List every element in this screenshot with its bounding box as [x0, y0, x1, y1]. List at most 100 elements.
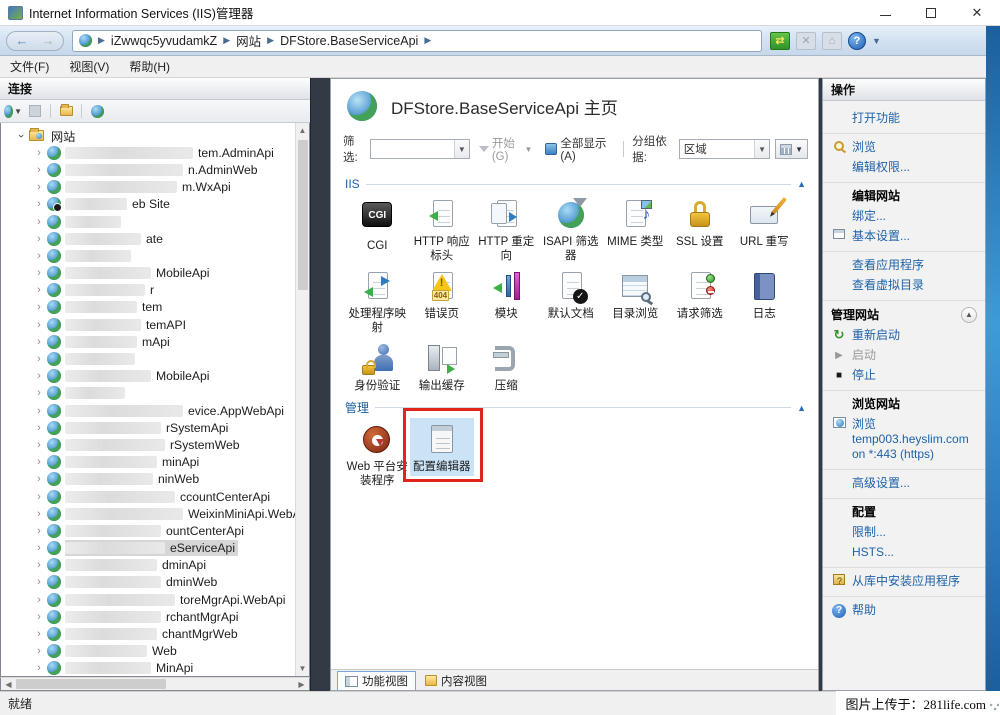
- feature-configuration-editor[interactable]: 配置编辑器: [410, 418, 475, 476]
- chevron-collapsed-icon[interactable]: ›: [33, 439, 45, 451]
- tab-features-view[interactable]: 功能视图: [337, 671, 416, 690]
- chevron-collapsed-icon[interactable]: ›: [33, 456, 45, 468]
- tree-node-site[interactable]: ›MobileApi: [1, 368, 295, 385]
- chevron-collapsed-icon[interactable]: ›: [33, 645, 45, 657]
- tree-vertical-scrollbar[interactable]: ▲ ▼: [295, 123, 309, 676]
- feature-http-response-headers[interactable]: HTTP 响应标头: [410, 193, 475, 265]
- feature-http-redirect[interactable]: HTTP 重定向: [474, 193, 539, 265]
- tree-node-site[interactable]: ›temAPI: [1, 316, 295, 333]
- chevron-collapsed-icon[interactable]: ›: [33, 559, 45, 571]
- chevron-collapsed-icon[interactable]: ›: [33, 508, 45, 520]
- tree-node-site[interactable]: ›r: [1, 282, 295, 299]
- breadcrumb-server[interactable]: iZwwqc5yvudamkZ: [111, 34, 217, 48]
- action--[interactable]: 绑定...: [831, 206, 977, 226]
- breadcrumb-sites[interactable]: 网站: [236, 31, 261, 50]
- action--[interactable]: 编辑网站: [831, 186, 977, 206]
- chevron-collapsed-icon[interactable]: ›: [33, 250, 45, 262]
- minimize-button[interactable]: [862, 0, 908, 25]
- chevron-collapsed-icon[interactable]: ›: [33, 387, 45, 399]
- chevron-down-icon[interactable]: ▼: [454, 140, 469, 158]
- feature-directory-browsing[interactable]: 目录浏览: [603, 265, 668, 323]
- chevron-collapsed-icon[interactable]: ›: [33, 216, 45, 228]
- chevron-collapsed-icon[interactable]: ›: [33, 147, 45, 159]
- action--[interactable]: 高级设置...: [831, 473, 977, 493]
- scroll-right-icon[interactable]: ▶: [294, 680, 309, 689]
- feature-handler-mappings[interactable]: 处理程序映射: [345, 265, 410, 337]
- chevron-collapsed-icon[interactable]: ›: [33, 319, 45, 331]
- tree-node-site[interactable]: ›rSystemWeb: [1, 436, 295, 453]
- feature-default-document[interactable]: ✓默认文档: [539, 265, 604, 323]
- tree-node-site[interactable]: ›n.AdminWeb: [1, 161, 295, 178]
- action--[interactable]: 查看应用程序: [831, 255, 977, 275]
- feature-url-rewrite[interactable]: URL 重写: [732, 193, 797, 251]
- chevron-collapsed-icon[interactable]: ›: [33, 284, 45, 296]
- chevron-collapsed-icon[interactable]: ›: [33, 422, 45, 434]
- tree-node-site[interactable]: ›ountCenterApi: [1, 522, 295, 539]
- forward-button[interactable]: →: [39, 34, 57, 48]
- tree-node-site[interactable]: ›tem: [1, 299, 295, 316]
- chevron-collapsed-icon[interactable]: ›: [33, 611, 45, 623]
- feature-error-pages[interactable]: 404错误页: [410, 265, 475, 323]
- delete-connection-icon[interactable]: [88, 103, 106, 119]
- chevron-collapsed-icon[interactable]: ›: [33, 336, 45, 348]
- tree-node-site[interactable]: ›: [1, 247, 295, 264]
- tree-horizontal-scrollbar[interactable]: ◀ ▶: [0, 677, 310, 691]
- chevron-collapsed-icon[interactable]: ›: [33, 576, 45, 588]
- tree-node-site[interactable]: ›toreMgrApi.WebApi: [1, 591, 295, 608]
- feature-request-filtering[interactable]: 请求筛选: [668, 265, 733, 323]
- action--temp003-heyslim-com-on-443-https-[interactable]: 浏览 temp003.heyslim.com on *:443 (https): [831, 414, 977, 464]
- chevron-collapsed-icon[interactable]: ›: [33, 353, 45, 365]
- help-dropdown-caret[interactable]: ▼: [872, 36, 881, 46]
- tree-node-site[interactable]: ›eServiceApi: [1, 540, 295, 557]
- tree-node-site[interactable]: ›chantMgrWeb: [1, 625, 295, 642]
- tree-node-site[interactable]: ›rSystemApi: [1, 419, 295, 436]
- go-icon[interactable]: ⇄: [770, 32, 790, 50]
- chevron-collapsed-icon[interactable]: ›: [33, 662, 45, 674]
- chevron-collapsed-icon[interactable]: ›: [33, 181, 45, 193]
- tree-node-site[interactable]: ›ate: [1, 230, 295, 247]
- chevron-collapsed-icon[interactable]: ›: [33, 525, 45, 537]
- chevron-collapsed-icon[interactable]: ›: [33, 542, 45, 554]
- action--[interactable]: 限制...: [831, 522, 977, 542]
- up-level-icon[interactable]: [57, 103, 75, 119]
- scroll-left-icon[interactable]: ◀: [1, 680, 16, 689]
- scroll-down-icon[interactable]: ▼: [296, 661, 309, 676]
- feature-web-platform-installer[interactable]: Web 平台安装程序: [345, 418, 410, 490]
- tree-node-site[interactable]: ›: [1, 350, 295, 367]
- tree-node-site[interactable]: ›MobileApi: [1, 265, 295, 282]
- tree-node-site[interactable]: ›evice.AppWebApi: [1, 402, 295, 419]
- action-hsts-[interactable]: HSTS...: [831, 542, 977, 562]
- back-button[interactable]: ←: [13, 34, 31, 48]
- connect-server-icon[interactable]: ▼: [4, 103, 22, 119]
- action--[interactable]: 浏览: [831, 137, 977, 157]
- action--[interactable]: ↻重新启动: [831, 325, 977, 345]
- tree-node-site[interactable]: ›MinApi: [1, 660, 295, 676]
- feature-authentication[interactable]: 身份验证: [345, 337, 410, 395]
- tree-node-site[interactable]: ›mApi: [1, 333, 295, 350]
- chevron-collapsed-icon[interactable]: ›: [33, 198, 45, 210]
- tree-node-site[interactable]: ›dminApi: [1, 557, 295, 574]
- chevron-collapsed-icon[interactable]: ›: [33, 301, 45, 313]
- tree-node-site[interactable]: ›: [1, 385, 295, 402]
- scrollbar-thumb[interactable]: [16, 679, 166, 689]
- chevron-collapsed-icon[interactable]: ›: [33, 405, 45, 417]
- chevron-collapsed-icon[interactable]: ›: [33, 267, 45, 279]
- feature-modules[interactable]: 模块: [474, 265, 539, 323]
- tree-node-sites[interactable]: ›网站: [1, 127, 295, 144]
- help-icon[interactable]: ?: [848, 32, 866, 50]
- feature-mime-types[interactable]: ♪MIME 类型: [603, 193, 668, 251]
- tree-node-site[interactable]: ›rchantMgrApi: [1, 608, 295, 625]
- resize-grip[interactable]: [989, 703, 999, 713]
- show-all-button[interactable]: 全部显示(A): [541, 135, 615, 163]
- feature-cgi[interactable]: CGICGI: [345, 193, 410, 255]
- feature-logging[interactable]: 日志: [732, 265, 797, 323]
- chevron-collapsed-icon[interactable]: ›: [33, 491, 45, 503]
- maximize-button[interactable]: [908, 0, 954, 25]
- feature-output-caching[interactable]: 输出缓存: [410, 337, 475, 395]
- menu-view[interactable]: 视图(V): [59, 55, 119, 78]
- filter-input[interactable]: ▼: [370, 139, 470, 159]
- tree-node-site[interactable]: ›Web: [1, 643, 295, 660]
- action--[interactable]: 打开功能: [831, 108, 977, 128]
- action--[interactable]: 从库中安装应用程序: [831, 571, 977, 591]
- feature-ssl-settings[interactable]: SSL 设置: [668, 193, 733, 251]
